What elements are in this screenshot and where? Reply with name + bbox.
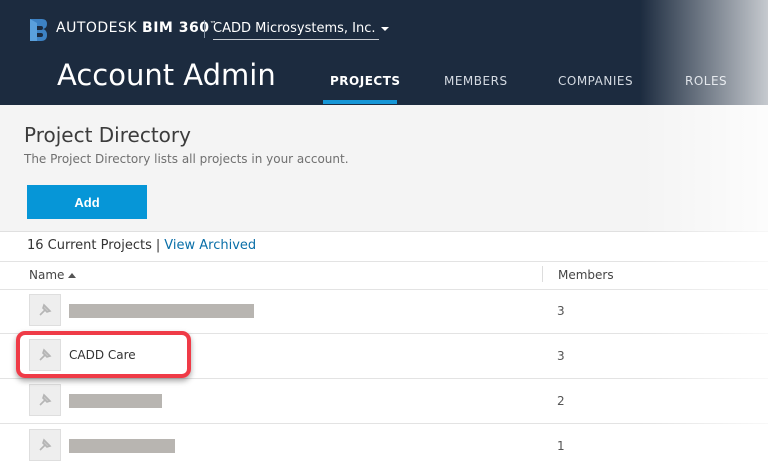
pin-icon [39,393,52,406]
account-selector-underline [213,39,379,40]
pin-icon [39,438,52,451]
row-member-count: 3 [557,349,565,363]
project-thumbnail-icon[interactable] [29,294,61,326]
view-archived-link[interactable]: View Archived [164,238,256,253]
project-thumbnail-icon[interactable] [29,429,61,461]
row-member-count: 2 [557,394,565,408]
tab-members[interactable]: MEMBERS [444,74,508,88]
count-separator: | [155,238,161,253]
row-member-count: 3 [557,304,565,318]
row-member-count: 1 [557,439,565,453]
page-description: The Project Directory lists all projects… [24,152,349,166]
account-selector[interactable]: CADD Microsystems, Inc. [213,21,389,36]
pin-icon [39,303,52,316]
redacted-project-name[interactable] [69,304,254,318]
top-header: AUTODESK BIM 360™ CADD Microsystems, Inc… [0,0,768,105]
column-name-label: Name [29,268,65,282]
brand-bim360: BIM 360 [142,20,210,36]
product-brand: AUTODESK BIM 360™ [56,20,217,36]
sort-ascending-icon [68,273,77,278]
project-thumbnail-icon[interactable] [29,384,61,416]
chevron-down-icon [380,26,389,31]
column-header-name[interactable]: Name [29,268,77,282]
tab-projects[interactable]: PROJECTS [330,74,401,88]
table-header-top-border [0,261,768,262]
app-title: Account Admin [57,58,276,92]
highlight-callout [16,331,191,378]
redacted-project-name[interactable] [69,394,162,408]
current-projects-count: 16 Current Projects [27,238,152,253]
table-header-bottom-border [0,289,768,290]
page-title: Project Directory [24,123,191,147]
brand-autodesk: AUTODESK [56,20,138,36]
column-divider [542,266,543,282]
tab-companies[interactable]: COMPANIES [558,74,633,88]
row-divider [0,378,768,379]
active-tab-indicator [323,100,397,104]
account-name: CADD Microsystems, Inc. [213,21,376,36]
header-divider [204,20,205,38]
row-divider [0,423,768,424]
column-header-members[interactable]: Members [558,268,614,282]
redacted-project-name[interactable] [69,439,175,453]
add-project-button[interactable]: Add [27,185,147,219]
project-count-bar: 16 Current Projects | View Archived [27,238,256,253]
autodesk-b-logo-icon[interactable] [28,18,48,42]
tab-roles[interactable]: ROLES [685,74,727,88]
